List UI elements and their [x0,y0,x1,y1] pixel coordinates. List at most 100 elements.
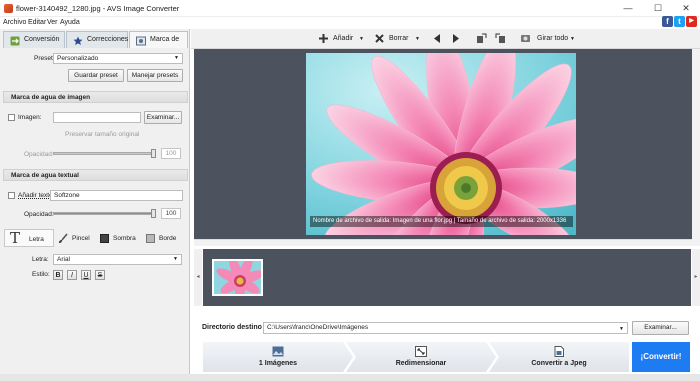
conversion-icon [10,36,20,46]
arrow-right-icon[interactable] [450,33,461,44]
tab-conversion-label: Conversión [24,36,60,43]
step-convert-to-jpeg[interactable]: Convertir a Jpeg [489,342,629,372]
chevron-down-icon: ▼ [174,55,179,61]
step-resize[interactable]: Redimensionar [346,342,496,372]
text-opacity-thumb[interactable] [151,209,156,218]
tab-borde-label: Borde [159,235,177,242]
destination-browse-button[interactable]: Examinar... [632,321,689,335]
chevron-down-icon[interactable]: ▼ [415,36,420,42]
tab-corrections-label: Correcciones [87,36,129,43]
menu-archivo[interactable]: Archivo [3,19,26,26]
image-browse-button[interactable]: Examinar... [144,111,182,124]
file-icon [554,346,564,357]
resize-icon [415,346,427,357]
watermark-text-input[interactable]: Softzone [50,190,183,201]
italic-button[interactable]: I [67,270,77,280]
star-icon [73,36,83,45]
brush-icon [59,233,68,243]
image-label: Imagen: [18,114,42,121]
tab-corrections[interactable]: Correcciones [66,31,128,48]
images-icon [272,346,284,357]
thumbnail-item[interactable] [212,259,263,296]
text-opacity-value[interactable]: 100 [161,208,181,219]
add-text-checkbox[interactable] [8,192,15,199]
preview-horizontal-scrollbar[interactable] [194,239,692,246]
preview-image[interactable] [306,53,576,235]
step-convert-label: Convertir a Jpeg [531,360,587,367]
menu-ver[interactable]: Ver [47,19,58,26]
tab-pincel[interactable]: Pincel [58,233,98,245]
font-value: Arial [57,256,71,263]
image-path-input[interactable] [53,112,141,123]
twitter-icon[interactable]: t [674,16,685,27]
rotate-right-icon[interactable] [495,33,506,44]
border-icon [146,234,155,243]
rotate-left-icon[interactable] [476,33,487,44]
image-opacity-value[interactable]: 100 [161,148,181,159]
image-watermark-header: Marca de agua de imagen [3,91,188,103]
destination-label: Directorio destino [202,324,262,331]
add-text-label: Añadir texto [18,192,53,199]
add-button[interactable]: Añadir [333,35,353,42]
rotate-all-button[interactable]: Girar todo [537,35,568,42]
image-opacity-thumb[interactable] [151,149,156,158]
menu-ayuda[interactable]: Ayuda [60,19,80,26]
destination-path-select[interactable]: C:\Users\franc\OneDrive\Imágenes ▼ [263,322,628,334]
convert-button[interactable]: ¡Convertir! [632,342,690,372]
destination-path-value: C:\Users\franc\OneDrive\Imágenes [267,324,369,331]
text-opacity-label: Opacidad: [24,211,54,218]
close-button[interactable]: ✕ [673,2,699,15]
toolbar [191,29,700,49]
youtube-icon[interactable]: ▶ [686,16,697,27]
menu-editar[interactable]: Editar [28,19,46,26]
image-opacity-slider[interactable] [53,152,153,155]
font-label: Letra: [32,256,49,263]
bold-button[interactable]: B [53,270,63,280]
window-title: flower-3140492_1280.jpg - AVS Image Conv… [16,4,180,13]
watermark-icon [136,36,146,46]
strikethrough-button[interactable]: S [95,270,105,280]
chevron-down-icon: ▼ [173,256,178,262]
tab-conversion[interactable]: Conversión [3,31,65,48]
chevron-down-icon: ▼ [619,326,624,332]
tab-pincel-label: Pincel [72,235,90,242]
arrow-left-icon[interactable] [432,33,443,44]
minimize-button[interactable]: — [615,2,641,15]
filmstrip-scroll-left[interactable]: ◂ [194,249,202,306]
preset-value: Personalizado [57,55,99,62]
preview-caption: Nombre de archivo de salida: Imagen de u… [310,216,573,227]
tab-sombra[interactable]: Sombra [100,233,142,245]
image-watermark-checkbox[interactable] [8,114,15,121]
style-label: Estilo: [32,271,50,278]
text-opacity-slider[interactable] [53,212,153,215]
image-opacity-label: Opacidad: [24,151,54,158]
facebook-icon[interactable]: f [662,16,673,27]
status-bar [0,374,700,381]
tab-watermark[interactable]: Marca de agua [129,31,188,59]
shadow-icon [100,234,109,243]
chevron-down-icon[interactable]: ▼ [570,36,575,42]
preview-vertical-scrollbar[interactable] [692,49,700,246]
step-resize-label: Redimensionar [395,360,447,367]
chevron-down-icon[interactable]: ▼ [359,36,364,42]
app-icon [4,4,13,13]
tab-sombra-label: Sombra [113,235,136,242]
text-watermark-header: Marca de agua textual [3,169,188,181]
tab-letra[interactable]: T Letra [4,229,54,247]
rotate-all-icon [521,35,530,42]
delete-button[interactable]: Borrar [389,35,408,42]
manage-presets-button[interactable]: Manejar presets [127,69,183,82]
save-preset-button[interactable]: Guardar preset [68,69,124,82]
underline-button[interactable]: U [81,270,91,280]
preset-select[interactable]: Personalizado ▼ [53,53,183,64]
filmstrip-scroll-right[interactable]: ▸ [692,249,700,306]
step-images-label: 1 Imágenes [258,360,298,367]
tab-borde[interactable]: Borde [146,233,186,245]
font-icon: T [10,229,21,247]
step-images[interactable]: 1 Imágenes [203,342,353,372]
tab-letra-label: Letra [29,236,44,243]
maximize-button[interactable]: ☐ [645,2,671,15]
menu-bar: Archivo Editar Ver Ayuda [0,17,700,29]
font-select[interactable]: Arial ▼ [53,254,182,265]
title-bar: flower-3140492_1280.jpg - AVS Image Conv… [0,0,700,17]
